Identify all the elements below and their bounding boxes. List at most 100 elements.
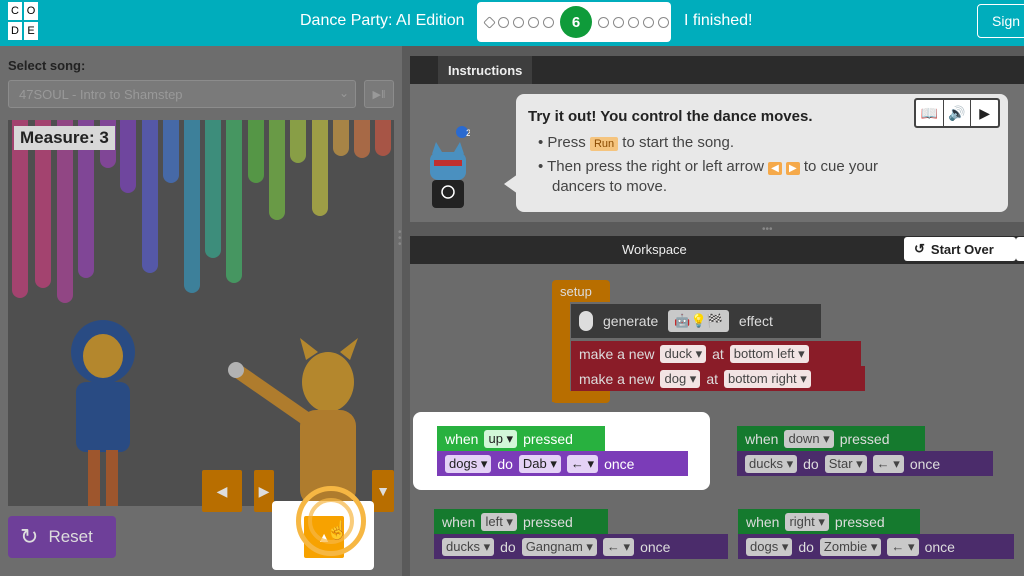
start-over-button[interactable]: ↺ Start Over bbox=[904, 237, 1016, 261]
left-arrow-button[interactable]: ◀ bbox=[202, 470, 242, 512]
move-dropdown[interactable]: Dab ▾ bbox=[518, 454, 561, 473]
dance-move-block[interactable]: ducks ▾ do Star ▾ ← ▾ once bbox=[737, 451, 993, 476]
when-label: when bbox=[442, 513, 476, 530]
play-icon[interactable]: ▶ bbox=[971, 100, 998, 126]
finished-link[interactable]: I finished! bbox=[684, 12, 752, 30]
right-arrow-tag-icon: ▶ bbox=[785, 162, 800, 175]
key-dropdown[interactable]: right ▾ bbox=[785, 512, 829, 531]
do-label: do bbox=[500, 538, 516, 555]
key-dropdown[interactable]: up ▾ bbox=[484, 429, 518, 448]
sprite-group-dropdown[interactable]: dogs ▾ bbox=[746, 537, 793, 556]
song-select[interactable]: 47SOUL - Intro to Shamstep ⌄ bbox=[8, 80, 356, 108]
make-sprite-block[interactable]: make a new dog ▾ at bottom right ▾ bbox=[571, 366, 865, 391]
at-label: at bbox=[706, 370, 719, 387]
level-dot[interactable] bbox=[598, 16, 609, 28]
sprite-group-dropdown[interactable]: ducks ▾ bbox=[442, 537, 495, 556]
direction-dropdown[interactable]: ← ▾ bbox=[887, 537, 919, 556]
move-value: Zombie bbox=[823, 538, 868, 554]
workspace-title: Workspace bbox=[622, 242, 687, 257]
dance-move-block[interactable]: dogs ▾ do Dab ▾ ← ▾ once bbox=[437, 451, 688, 476]
instructions-header: Instructions bbox=[410, 56, 1024, 84]
level-dot[interactable] bbox=[543, 16, 554, 28]
signin-button[interactable]: Sign bbox=[977, 4, 1024, 38]
direction-dropdown[interactable]: ← ▾ bbox=[872, 454, 904, 473]
level-dot[interactable] bbox=[498, 16, 509, 28]
code-logo[interactable]: C O D E bbox=[8, 2, 56, 42]
when-down-pressed-block[interactable]: when down ▾ pressed bbox=[737, 426, 925, 451]
sprite-group-dropdown[interactable]: ducks ▾ bbox=[745, 454, 798, 473]
pressed-label: pressed bbox=[523, 430, 573, 447]
key-value: down bbox=[788, 430, 820, 446]
when-up-pressed-block[interactable]: when up ▾ pressed bbox=[437, 426, 605, 451]
do-label: do bbox=[803, 455, 819, 472]
key-value: up bbox=[488, 430, 503, 446]
direction-value: ← bbox=[570, 455, 584, 471]
tab-instructions[interactable]: Instructions bbox=[438, 56, 533, 84]
dance-move-block[interactable]: dogs ▾ do Zombie ▾ ← ▾ once bbox=[738, 534, 1014, 559]
level-dot[interactable] bbox=[613, 16, 624, 28]
make-sprite-block[interactable]: make a new duck ▾ at bottom left ▾ bbox=[571, 341, 861, 366]
effect-emoji-dropdown[interactable]: 🤖💡🏁 bbox=[668, 310, 729, 332]
move-dropdown[interactable]: Gangnam ▾ bbox=[521, 537, 597, 556]
sprite-value: dog bbox=[664, 370, 687, 386]
sprite-dropdown[interactable]: dog ▾ bbox=[660, 369, 701, 388]
direction-value: ← bbox=[606, 538, 620, 554]
song-preview-button[interactable]: ▶‖ bbox=[364, 80, 394, 108]
sprite-value: duck bbox=[664, 345, 692, 361]
dance-move-block[interactable]: ducks ▾ do Gangnam ▾ ← ▾ once bbox=[434, 534, 728, 559]
pressed-label: pressed bbox=[839, 430, 890, 447]
logo-letter: C bbox=[8, 2, 22, 20]
sprite-dropdown[interactable]: duck ▾ bbox=[660, 344, 707, 363]
location-dropdown[interactable]: bottom right ▾ bbox=[724, 369, 811, 388]
right-arrow-icon: ▶ bbox=[258, 482, 270, 499]
move-dropdown[interactable]: Star ▾ bbox=[824, 454, 867, 473]
play-pause-icon: ▶‖ bbox=[372, 88, 386, 101]
level-dot[interactable] bbox=[513, 16, 524, 28]
logo-letter: D bbox=[8, 22, 22, 40]
select-song-label: Select song: bbox=[8, 58, 86, 73]
left-arrow-icon: ◀ bbox=[216, 482, 228, 499]
direction-dropdown[interactable]: ← ▾ bbox=[602, 537, 635, 556]
right-arrow-button[interactable]: ▶ bbox=[254, 470, 274, 512]
reset-button[interactable]: ↻ Reset bbox=[8, 516, 116, 558]
instruction-text: to cue your bbox=[803, 158, 879, 175]
resize-handle[interactable]: ••• bbox=[762, 224, 773, 235]
once-label: once bbox=[604, 455, 635, 472]
down-arrow-button[interactable]: ▼ bbox=[372, 470, 394, 512]
resize-handle[interactable]: ••• bbox=[398, 228, 402, 250]
sprite-group-dropdown[interactable]: dogs ▾ bbox=[445, 454, 492, 473]
pressed-label: pressed bbox=[834, 513, 885, 530]
when-left-pressed-block[interactable]: when left ▾ pressed bbox=[434, 509, 608, 534]
current-level-bubble[interactable]: 6 bbox=[560, 6, 592, 38]
sprite-group-value: dogs bbox=[750, 538, 779, 554]
level-dot[interactable] bbox=[483, 15, 496, 29]
move-value: Dab bbox=[522, 455, 547, 471]
top-bar: C O D E Dance Party: AI Edition 6 I fini… bbox=[0, 0, 1024, 46]
start-over-label: Start Over bbox=[930, 241, 994, 257]
workspace-extra-button[interactable] bbox=[1016, 237, 1024, 261]
generate-label: generate bbox=[603, 313, 659, 329]
once-label: once bbox=[909, 455, 941, 472]
instruction-title: Try it out! You control the dance moves. bbox=[528, 108, 813, 125]
at-label: at bbox=[712, 345, 724, 362]
setup-label: setup bbox=[560, 283, 592, 299]
direction-dropdown[interactable]: ← ▾ bbox=[566, 454, 599, 473]
chevron-down-icon: ⌄ bbox=[338, 86, 349, 100]
level-dot[interactable] bbox=[658, 16, 669, 28]
when-right-pressed-block[interactable]: when right ▾ pressed bbox=[738, 509, 920, 534]
generate-effect-block[interactable]: generate 🤖💡🏁 effect bbox=[571, 304, 821, 338]
read-aloud-icon[interactable]: 📖 bbox=[916, 100, 944, 126]
svg-text:2: 2 bbox=[466, 128, 470, 138]
location-dropdown[interactable]: bottom left ▾ bbox=[729, 344, 809, 363]
level-dot[interactable] bbox=[528, 16, 539, 28]
speaker-icon[interactable]: 🔊 bbox=[944, 100, 972, 126]
key-dropdown[interactable]: down ▾ bbox=[784, 429, 834, 448]
move-dropdown[interactable]: Zombie ▾ bbox=[819, 537, 882, 556]
level-dot[interactable] bbox=[643, 16, 654, 28]
level-dot[interactable] bbox=[628, 16, 639, 28]
sprite-group-value: dogs bbox=[449, 455, 478, 471]
key-dropdown[interactable]: left ▾ bbox=[481, 512, 517, 531]
run-tag: Run bbox=[589, 137, 619, 151]
instruction-line: • Then press the right or left arrow ◀ ▶… bbox=[538, 158, 878, 175]
setup-block[interactable]: setup bbox=[552, 280, 610, 302]
